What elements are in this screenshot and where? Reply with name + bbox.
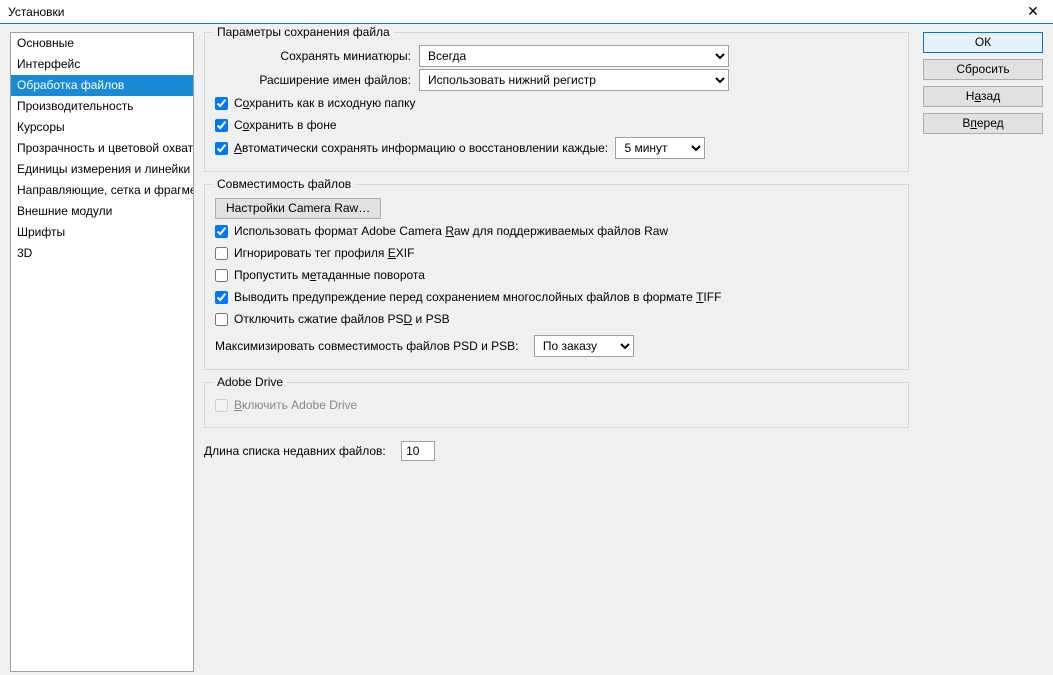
row-save-background: Сохранить в фоне [213,115,900,135]
sidebar-item-interface[interactable]: Интерфейс [11,54,193,75]
label-ignore-exif[interactable]: Игнорировать тег профиля EXIF [234,246,414,260]
label-maximize-compat: Максимизировать совместимость файлов PSD… [215,339,518,353]
back-button[interactable]: Назад [923,86,1043,107]
checkbox-enable-drive [215,399,228,412]
row-autosave: Автоматически сохранять информацию о вос… [213,137,900,159]
row-maximize-compat: Максимизировать совместимость файлов PSD… [213,335,900,357]
row-disable-psd-psb-compression: Отключить сжатие файлов PSD и PSB [213,309,900,329]
label-disable-psd-psb-compression[interactable]: Отключить сжатие файлов PSD и PSB [234,312,450,326]
row-skip-rotate: Пропустить метаданные поворота [213,265,900,285]
row-use-camera-raw: Использовать формат Adobe Camera Raw для… [213,221,900,241]
checkbox-ignore-exif[interactable] [215,247,228,260]
label-save-original-folder[interactable]: Сохранить как в исходную папку [234,96,415,110]
checkbox-tiff-warning[interactable] [215,291,228,304]
label-save-background[interactable]: Сохранить в фоне [234,118,337,132]
titlebar: Установки ✕ [0,0,1053,24]
label-skip-rotate[interactable]: Пропустить метаданные поворота [234,268,425,282]
row-camera-raw-btn: Настройки Camera Raw… [213,197,900,219]
checkbox-skip-rotate[interactable] [215,269,228,282]
checkbox-save-background[interactable] [215,119,228,132]
select-autosave-interval[interactable]: 5 минут [615,137,705,159]
input-recent-files[interactable] [401,441,435,461]
forward-button[interactable]: Вперед [923,113,1043,134]
fieldset-adobe-drive: Adobe Drive Включить Adobe Drive [204,382,909,428]
label-recent-files: Длина списка недавних файлов: [204,444,386,458]
select-maximize-compat[interactable]: По заказу [534,335,634,357]
row-recent-files: Длина списка недавних файлов: [204,440,909,462]
label-thumbnails: Сохранять миниатюры: [213,49,413,63]
legend-adobe-drive: Adobe Drive [213,375,287,389]
label-extension: Расширение имен файлов: [213,73,413,87]
sidebar-item-units[interactable]: Единицы измерения и линейки [11,159,193,180]
fieldset-compatibility: Совместимость файлов Настройки Camera Ra… [204,184,909,370]
row-ignore-exif: Игнорировать тег профиля EXIF [213,243,900,263]
sidebar-item-file-handling[interactable]: Обработка файлов [11,75,193,96]
label-autosave[interactable]: Автоматически сохранять информацию о вос… [234,141,608,155]
close-icon[interactable]: ✕ [1019,2,1047,22]
window-title: Установки [8,5,1019,19]
checkbox-save-original-folder[interactable] [215,97,228,110]
ok-button[interactable]: ОК [923,32,1043,53]
sidebar: Основные Интерфейс Обработка файлов Прои… [10,32,194,672]
dialog-body: Основные Интерфейс Обработка файлов Прои… [0,24,1053,675]
main-panel: Параметры сохранения файла Сохранять мин… [204,32,913,667]
sidebar-item-transparency[interactable]: Прозрачность и цветовой охват [11,138,193,159]
fieldset-save-options: Параметры сохранения файла Сохранять мин… [204,32,909,172]
sidebar-item-plugins[interactable]: Внешние модули [11,201,193,222]
sidebar-item-general[interactable]: Основные [11,33,193,54]
select-extension[interactable]: Использовать нижний регистр [419,69,729,91]
checkbox-autosave[interactable] [215,142,228,155]
sidebar-item-cursors[interactable]: Курсоры [11,117,193,138]
dialog-buttons: ОК Сбросить Назад Вперед [923,32,1043,667]
row-enable-drive: Включить Adobe Drive [213,395,900,415]
checkbox-disable-psd-psb-compression[interactable] [215,313,228,326]
sidebar-item-fonts[interactable]: Шрифты [11,222,193,243]
row-tiff-warning: Выводить предупреждение перед сохранение… [213,287,900,307]
reset-button[interactable]: Сбросить [923,59,1043,80]
label-enable-drive: Включить Adobe Drive [234,398,357,412]
checkbox-use-camera-raw[interactable] [215,225,228,238]
label-use-camera-raw[interactable]: Использовать формат Adobe Camera Raw для… [234,224,668,238]
label-tiff-warning[interactable]: Выводить предупреждение перед сохранение… [234,290,721,304]
row-extension: Расширение имен файлов: Использовать ниж… [213,69,900,91]
row-thumbnails: Сохранять миниатюры: Всегда [213,45,900,67]
sidebar-item-3d[interactable]: 3D [11,243,193,264]
select-thumbnails[interactable]: Всегда [419,45,729,67]
camera-raw-prefs-button[interactable]: Настройки Camera Raw… [215,198,381,219]
row-save-original-folder: Сохранить как в исходную папку [213,93,900,113]
sidebar-item-performance[interactable]: Производительность [11,96,193,117]
legend-save-options: Параметры сохранения файла [213,25,394,39]
sidebar-item-guides[interactable]: Направляющие, сетка и фрагменты [11,180,193,201]
legend-compatibility: Совместимость файлов [213,177,355,191]
